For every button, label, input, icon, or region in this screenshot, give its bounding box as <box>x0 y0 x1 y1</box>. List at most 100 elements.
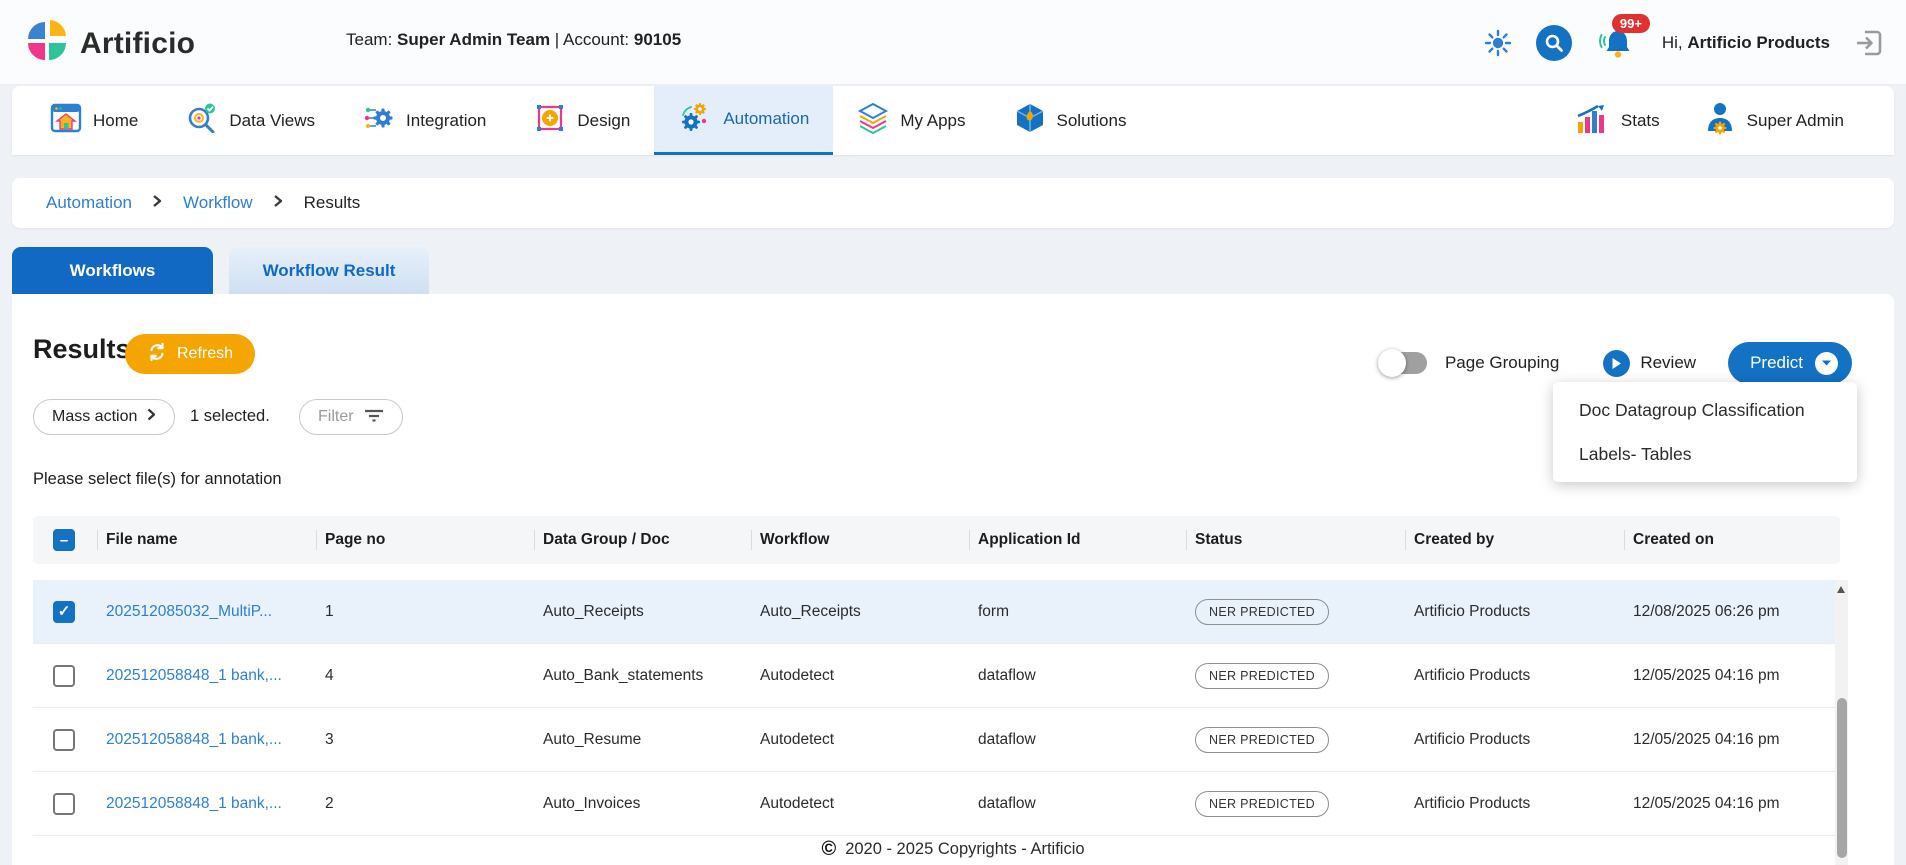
nav-label: Solutions <box>1057 111 1127 131</box>
breadcrumb-automation[interactable]: Automation <box>46 193 132 213</box>
cell-application-id: form <box>970 603 1187 621</box>
predict-label: Predict <box>1750 353 1803 373</box>
cell-page-no: 4 <box>317 667 535 685</box>
brand-logo[interactable]: Artificio <box>26 20 195 67</box>
col-created-on: Created on <box>1625 516 1840 564</box>
col-file-name: File name <box>98 516 317 564</box>
cell-application-id: dataflow <box>970 731 1187 749</box>
file-link[interactable]: 202512058848_1 bank,... <box>106 731 282 748</box>
menu-item-doc-datagroup-classification[interactable]: Doc Datagroup Classification <box>1553 388 1857 432</box>
cell-application-id: dataflow <box>970 667 1187 685</box>
predict-button[interactable]: Predict <box>1728 342 1852 384</box>
table-row[interactable]: ✓ 202512085032_MultiP... 1 Auto_Receipts… <box>33 580 1840 644</box>
cell-workflow: Auto_Receipts <box>752 603 970 621</box>
chevron-right-icon <box>273 194 284 213</box>
cell-created-on: 12/08/2025 06:26 pm <box>1625 603 1840 621</box>
predict-dropdown-menu: Doc Datagroup Classification Labels- Tab… <box>1553 382 1857 482</box>
table-row[interactable]: 202512058848_1 bank,... 3 Auto_Resume Au… <box>33 708 1840 772</box>
page-title: Results <box>33 334 131 365</box>
home-icon <box>50 103 82 138</box>
table-row[interactable]: 202512058848_1 bank,... 2 Auto_Invoices … <box>33 772 1840 836</box>
cell-created-on: 12/05/2025 04:16 pm <box>1625 667 1840 685</box>
my-apps-icon <box>857 102 889 139</box>
logo-pie-icon <box>26 20 68 67</box>
stats-icon <box>1576 102 1610 139</box>
col-data-group: Data Group / Doc <box>535 516 752 564</box>
file-link[interactable]: 202512058848_1 bank,... <box>106 667 282 684</box>
annotation-hint: Please select file(s) for annotation <box>33 470 282 489</box>
cell-page-no: 2 <box>317 795 535 813</box>
nav-item-design[interactable]: Design <box>510 86 654 155</box>
row-checkbox[interactable]: ✓ <box>53 601 75 623</box>
main-nav: Home Data Views <box>12 86 1894 155</box>
results-table: – File name Page no Data Group / Doc Wor… <box>33 516 1840 836</box>
status-badge: NER PREDICTED <box>1195 599 1329 625</box>
automation-icon <box>678 101 712 138</box>
tab-workflows[interactable]: Workflows <box>12 247 213 294</box>
notifications-bell-icon[interactable]: 99+ <box>1596 20 1638 66</box>
menu-item-labels-tables[interactable]: Labels- Tables <box>1553 432 1857 476</box>
cell-workflow: Autodetect <box>752 731 970 749</box>
mass-action-button[interactable]: Mass action <box>33 399 175 435</box>
cell-created-by: Artificio Products <box>1406 667 1625 685</box>
nav-item-solutions[interactable]: Solutions <box>990 86 1151 155</box>
vertical-scrollbar[interactable] <box>1835 580 1848 865</box>
tab-workflow-result[interactable]: Workflow Result <box>229 247 429 294</box>
nav-item-stats[interactable]: Stats <box>1554 86 1682 155</box>
scrollbar-thumb[interactable] <box>1837 698 1847 858</box>
copyright-icon: © <box>821 838 836 861</box>
cell-created-by: Artificio Products <box>1406 731 1625 749</box>
row-checkbox[interactable] <box>53 729 75 751</box>
nav-item-super-admin[interactable]: Super Admin <box>1682 86 1866 155</box>
cell-workflow: Autodetect <box>752 795 970 813</box>
nav-label: Integration <box>406 111 486 131</box>
theme-sun-icon[interactable] <box>1484 29 1512 57</box>
row-checkbox[interactable] <box>53 793 75 815</box>
col-page-no: Page no <box>317 516 535 564</box>
team-account-line: Team: Super Admin Team | Account: 90105 <box>346 30 681 50</box>
col-status: Status <box>1187 516 1406 564</box>
table-row[interactable]: 202512058848_1 bank,... 4 Auto_Bank_stat… <box>33 644 1840 708</box>
nav-item-integration[interactable]: Integration <box>339 86 510 155</box>
nav-item-my-apps[interactable]: My Apps <box>833 86 989 155</box>
row-checkbox[interactable] <box>53 665 75 687</box>
cell-page-no: 3 <box>317 731 535 749</box>
filter-label: Filter <box>318 408 354 426</box>
account-number: 90105 <box>634 30 681 49</box>
col-application-id: Application Id <box>970 516 1187 564</box>
breadcrumb: Automation Workflow Results <box>12 178 1894 228</box>
page-grouping-toggle[interactable] <box>1381 352 1427 374</box>
chevron-down-icon <box>1815 352 1838 375</box>
brand-name: Artificio <box>80 27 195 61</box>
nav-item-automation[interactable]: Automation <box>654 86 833 155</box>
nav-label: Data Views <box>229 111 315 131</box>
cell-data-group: Auto_Invoices <box>535 795 752 813</box>
refresh-icon <box>147 342 167 367</box>
cell-data-group: Auto_Resume <box>535 731 752 749</box>
scroll-up-arrow-icon[interactable] <box>1837 586 1845 593</box>
nav-item-home[interactable]: Home <box>26 86 162 155</box>
logout-icon[interactable] <box>1854 28 1884 58</box>
copyright-text: 2020 - 2025 Copyrights - Artificio <box>845 840 1084 859</box>
filter-button[interactable]: Filter <box>299 399 403 435</box>
solutions-icon <box>1014 102 1046 139</box>
nav-item-data-views[interactable]: Data Views <box>162 86 339 155</box>
design-icon <box>534 103 566 138</box>
col-created-by: Created by <box>1406 516 1625 564</box>
nav-label: Home <box>93 111 138 131</box>
table-body: ✓ 202512085032_MultiP... 1 Auto_Receipts… <box>33 580 1840 836</box>
data-views-icon <box>186 103 218 138</box>
selection-count: 1 selected. <box>190 407 270 426</box>
mass-action-label: Mass action <box>52 408 137 426</box>
nav-label: Automation <box>723 109 809 129</box>
search-icon[interactable] <box>1536 25 1572 61</box>
cell-workflow: Autodetect <box>752 667 970 685</box>
refresh-button[interactable]: Refresh <box>125 334 255 374</box>
user-greeting: Hi, Artificio Products <box>1662 33 1830 53</box>
cell-data-group: Auto_Receipts <box>535 603 752 621</box>
file-link[interactable]: 202512058848_1 bank,... <box>106 795 282 812</box>
breadcrumb-workflow[interactable]: Workflow <box>183 193 253 213</box>
select-all-checkbox[interactable]: – <box>53 529 75 551</box>
file-link[interactable]: 202512085032_MultiP... <box>106 603 272 620</box>
review-button[interactable]: Review <box>1603 350 1696 377</box>
